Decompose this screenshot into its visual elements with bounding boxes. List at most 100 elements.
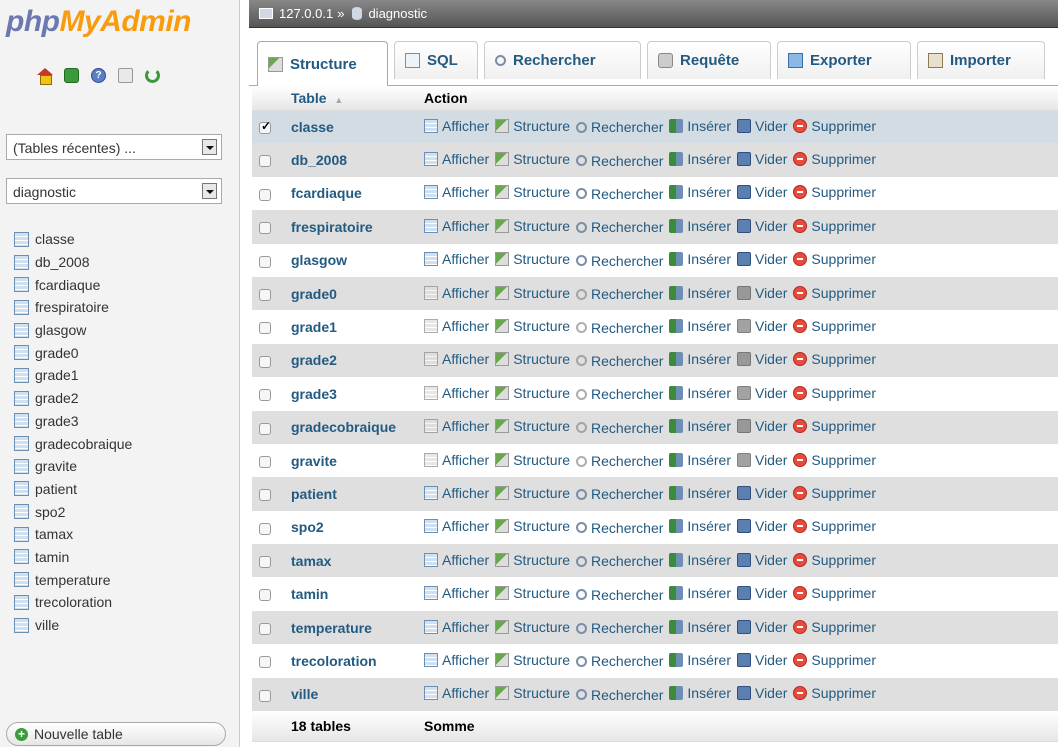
row-checkbox[interactable] (259, 422, 271, 435)
row-checkbox[interactable] (259, 622, 271, 635)
empty-action-link[interactable]: Vider (736, 251, 787, 267)
row-checkbox[interactable] (259, 322, 271, 335)
tab-sql[interactable]: SQL (394, 41, 478, 79)
row-table-name[interactable]: grade2 (278, 343, 424, 378)
drop-action-link[interactable]: Supprimer (793, 485, 876, 501)
row-table-name[interactable]: spo2 (278, 510, 424, 545)
row-checkbox[interactable] (259, 589, 271, 602)
nav-table-item[interactable]: tamax (14, 523, 132, 546)
drop-action-link[interactable]: Supprimer (793, 619, 876, 635)
chevron-down-icon[interactable] (202, 139, 217, 155)
help-icon[interactable]: ? (91, 68, 106, 83)
row-table-name[interactable]: temperature (278, 610, 424, 645)
nav-table-item[interactable]: patient (14, 478, 132, 501)
insert-action-link[interactable]: Insérer (669, 118, 731, 134)
table-row[interactable]: db_2008 Afficher Structure Rechercher Insére… (252, 143, 1058, 177)
table-row[interactable]: fcardiaque Afficher Structure Rechercher Ins… (252, 176, 1058, 211)
row-table-name[interactable]: grade3 (278, 377, 424, 411)
breadcrumb-database[interactable]: diagnostic (368, 6, 427, 21)
empty-action-link[interactable]: Vider (736, 351, 787, 367)
tab-structure[interactable]: Structure (257, 41, 388, 86)
recent-tables-select[interactable]: (Tables récentes) ... (6, 134, 222, 160)
structure-action-link[interactable]: Structure (495, 452, 570, 468)
structure-action-link[interactable]: Structure (495, 585, 570, 601)
structure-action-link[interactable]: Structure (495, 285, 570, 301)
drop-action-link[interactable]: Supprimer (793, 585, 876, 601)
browse-action-link[interactable]: Afficher (424, 251, 489, 267)
table-row[interactable]: ville Afficher Structure Rechercher Insérer V… (252, 677, 1058, 712)
row-checkbox[interactable] (259, 355, 271, 368)
table-row[interactable]: gradecobraique Afficher Structure Recherche… (252, 410, 1058, 444)
empty-action-link[interactable]: Vider (736, 518, 787, 534)
empty-action-link[interactable]: Vider (736, 652, 787, 668)
nav-table-item[interactable]: grade0 (14, 341, 132, 364)
browse-action-link[interactable]: Afficher (424, 351, 489, 367)
nav-table-item[interactable]: trecoloration (14, 591, 132, 614)
row-checkbox[interactable] (259, 188, 271, 201)
browse-action-link[interactable]: Afficher (424, 184, 489, 200)
row-table-name[interactable]: patient (278, 477, 424, 511)
insert-action-link[interactable]: Insérer (669, 452, 731, 468)
insert-action-link[interactable]: Insérer (669, 685, 731, 701)
row-checkbox[interactable] (259, 455, 271, 468)
search-action-link[interactable]: Rechercher (576, 553, 663, 569)
table-row[interactable]: grade2 Afficher Structure Rechercher Insérer… (252, 343, 1058, 378)
browse-action-link[interactable]: Afficher (424, 118, 489, 134)
row-table-name[interactable]: ville (278, 677, 424, 712)
search-action-link[interactable]: Rechercher (576, 420, 663, 436)
search-action-link[interactable]: Rechercher (576, 119, 663, 135)
browse-action-link[interactable]: Afficher (424, 518, 489, 534)
new-table-button[interactable]: + Nouvelle table (6, 722, 226, 746)
table-icon[interactable] (14, 322, 29, 338)
breadcrumb-server[interactable]: 127.0.0.1 (279, 6, 333, 21)
browse-action-link[interactable]: Afficher (424, 385, 489, 401)
table-icon[interactable] (14, 413, 29, 429)
drop-action-link[interactable]: Supprimer (793, 318, 876, 334)
nav-table-item[interactable]: grade3 (14, 410, 132, 433)
structure-action-link[interactable]: Structure (495, 118, 570, 134)
insert-action-link[interactable]: Insérer (669, 218, 731, 234)
search-action-link[interactable]: Rechercher (576, 219, 663, 235)
browse-action-link[interactable]: Afficher (424, 151, 489, 167)
row-checkbox[interactable] (259, 689, 271, 702)
row-checkbox[interactable] (259, 522, 271, 535)
drop-action-link[interactable]: Supprimer (793, 218, 876, 234)
browse-action-link[interactable]: Afficher (424, 652, 489, 668)
empty-action-link[interactable]: Vider (736, 485, 787, 501)
table-icon[interactable] (14, 549, 29, 565)
table-row[interactable]: trecoloration Afficher Structure Rechercher… (252, 644, 1058, 678)
row-table-name[interactable]: gradecobraique (278, 410, 424, 444)
insert-action-link[interactable]: Insérer (669, 418, 731, 434)
empty-action-link[interactable]: Vider (736, 151, 787, 167)
nav-table-item[interactable]: frespiratoire (14, 296, 132, 319)
home-icon[interactable] (37, 68, 53, 85)
search-action-link[interactable]: Rechercher (576, 386, 663, 402)
table-icon[interactable] (14, 254, 29, 270)
row-table-name[interactable]: tamax (278, 544, 424, 578)
drop-action-link[interactable]: Supprimer (793, 285, 876, 301)
nav-table-item[interactable]: grade2 (14, 387, 132, 410)
structure-action-link[interactable]: Structure (495, 619, 570, 635)
structure-action-link[interactable]: Structure (495, 351, 570, 367)
browse-action-link[interactable]: Afficher (424, 452, 489, 468)
empty-action-link[interactable]: Vider (736, 418, 787, 434)
table-row[interactable]: glasgow Afficher Structure Rechercher Insére… (252, 243, 1058, 277)
search-action-link[interactable]: Rechercher (576, 620, 663, 636)
row-checkbox[interactable] (259, 556, 271, 569)
empty-action-link[interactable]: Vider (736, 218, 787, 234)
insert-action-link[interactable]: Insérer (669, 619, 731, 635)
table-row[interactable]: grade1 Afficher Structure Rechercher Insérer… (252, 310, 1058, 344)
row-table-name[interactable]: trecoloration (278, 644, 424, 678)
search-action-link[interactable]: Rechercher (576, 253, 663, 269)
table-icon[interactable] (14, 481, 29, 497)
nav-table-item[interactable]: grade1 (14, 364, 132, 387)
row-table-name[interactable]: fcardiaque (278, 176, 424, 211)
tab-query[interactable]: Requête (647, 41, 771, 79)
drop-action-link[interactable]: Supprimer (793, 118, 876, 134)
search-action-link[interactable]: Rechercher (576, 687, 663, 703)
insert-action-link[interactable]: Insérer (669, 285, 731, 301)
browse-action-link[interactable]: Afficher (424, 552, 489, 568)
browse-action-link[interactable]: Afficher (424, 318, 489, 334)
empty-action-link[interactable]: Vider (736, 585, 787, 601)
empty-action-link[interactable]: Vider (736, 118, 787, 134)
